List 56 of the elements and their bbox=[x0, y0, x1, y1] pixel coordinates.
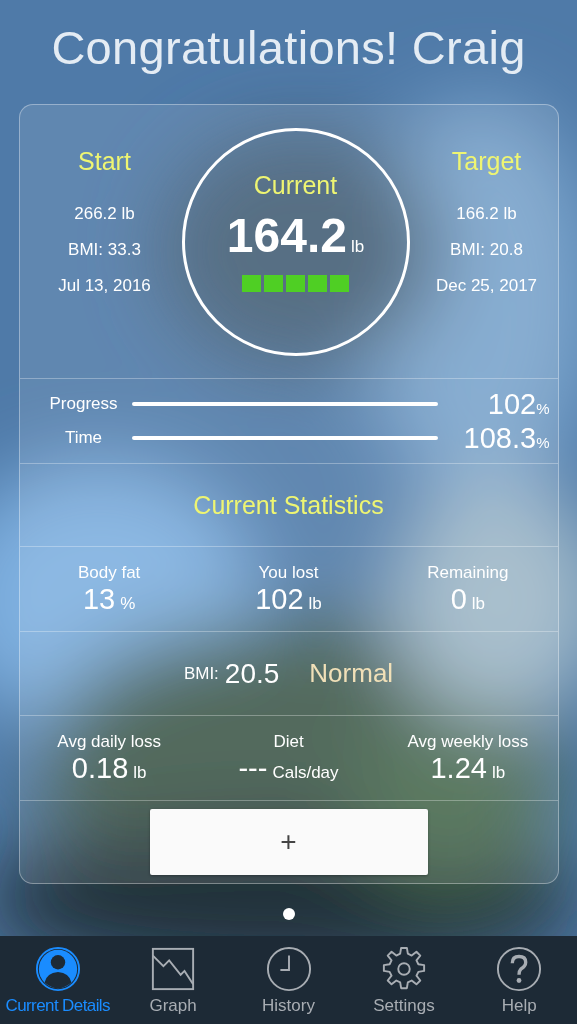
progress-label: Time bbox=[63, 428, 104, 448]
stat-unit: lb bbox=[308, 593, 322, 614]
average-value: --- bbox=[238, 751, 268, 785]
progress-square bbox=[286, 275, 305, 292]
progress-square bbox=[242, 275, 261, 292]
tab[interactable]: Help bbox=[461, 936, 577, 1024]
graph-icon bbox=[150, 946, 197, 992]
bmi-label: BMI: bbox=[183, 663, 219, 684]
current-weight: 164.2 bbox=[226, 208, 347, 263]
average-label: Avg weekly loss bbox=[407, 731, 529, 752]
tab[interactable]: Graph bbox=[115, 936, 231, 1024]
stat-value: 102 bbox=[255, 582, 304, 616]
tab[interactable]: Settings bbox=[346, 936, 462, 1024]
average-unit: lb bbox=[133, 762, 147, 783]
average-label: Avg daily loss bbox=[57, 731, 161, 752]
target-date: Dec 25, 2017 bbox=[435, 276, 538, 296]
progress-label: Progress bbox=[48, 394, 119, 414]
stat-label: You lost bbox=[258, 562, 319, 583]
stat-value: 13 bbox=[82, 582, 116, 616]
tab[interactable]: History bbox=[230, 936, 347, 1024]
stat-label: Body fat bbox=[77, 562, 141, 583]
percent-unit: % bbox=[536, 433, 550, 451]
stat-unit: lb bbox=[471, 593, 485, 614]
progress-square bbox=[330, 275, 349, 292]
start-date: Jul 13, 2016 bbox=[58, 276, 151, 296]
average-unit: lb bbox=[491, 762, 506, 783]
stat-label: Remaining bbox=[427, 562, 509, 583]
progress-percent: 102 bbox=[487, 387, 537, 420]
progress-square bbox=[264, 275, 283, 292]
current-label: Current bbox=[253, 171, 338, 200]
tab[interactable]: Current Details bbox=[0, 936, 116, 1024]
bmi-value: 20.5 bbox=[224, 657, 280, 690]
start-bmi: BMI: 33.3 bbox=[68, 240, 141, 260]
clock-icon bbox=[265, 946, 312, 992]
progress-percent: 108.3 bbox=[463, 421, 537, 454]
stat-unit: % bbox=[120, 593, 136, 614]
target-weight: 166.2 lb bbox=[456, 204, 517, 224]
person-icon bbox=[34, 946, 81, 992]
congratulations-title: Congratulations! Craig bbox=[51, 20, 526, 76]
add-entry-button[interactable]: + bbox=[149, 809, 428, 875]
progress-square bbox=[308, 275, 327, 292]
start-weight: 266.2 lb bbox=[74, 204, 135, 224]
average-unit: Cals/day bbox=[272, 762, 339, 783]
help-icon bbox=[496, 946, 543, 992]
statistics-heading: Current Statistics bbox=[19, 464, 558, 547]
weight-unit: lb bbox=[350, 237, 365, 257]
stat-value: 0 bbox=[450, 582, 467, 616]
start-label: Start bbox=[78, 147, 131, 176]
target-label: Target bbox=[451, 147, 522, 176]
settings-icon bbox=[380, 946, 427, 992]
average-value: 0.18 bbox=[71, 751, 129, 785]
percent-unit: % bbox=[536, 399, 550, 417]
bmi-category: Normal bbox=[309, 658, 394, 689]
average-value: 1.24 bbox=[430, 751, 487, 785]
average-label: Diet bbox=[273, 731, 304, 752]
target-bmi: BMI: 20.8 bbox=[450, 240, 523, 260]
